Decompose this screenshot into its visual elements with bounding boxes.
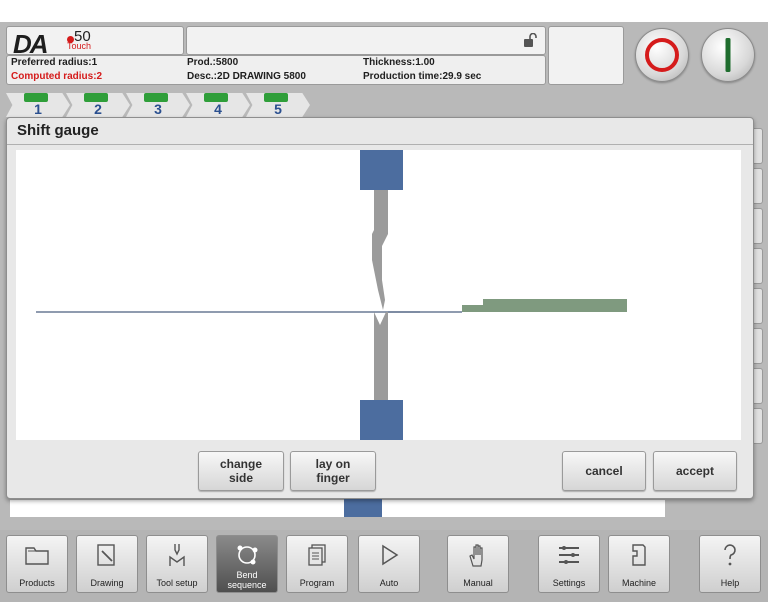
lower-tool-holder xyxy=(360,400,403,440)
die xyxy=(374,312,388,400)
help-icon xyxy=(724,544,736,566)
logo-edition: Touch xyxy=(67,41,92,51)
products-button[interactable]: Products xyxy=(6,535,68,593)
bottom-margin xyxy=(0,602,768,615)
tool-setup-icon xyxy=(169,544,185,566)
bend-sequence-icon xyxy=(237,545,258,565)
program-icon xyxy=(308,544,326,566)
settings-button[interactable]: Settings xyxy=(538,535,600,593)
app-window: DA 50 Touch Preferred radius:1 Computed … xyxy=(0,0,768,615)
upper-tool-holder xyxy=(360,150,403,190)
preferred-radius: Preferred radius:1 xyxy=(11,57,98,68)
top-margin xyxy=(0,0,768,22)
cancel-button[interactable]: cancel xyxy=(562,451,646,491)
stop-button[interactable] xyxy=(635,28,689,82)
step-number: 3 xyxy=(154,101,162,117)
program-title-bar xyxy=(186,26,546,55)
toolbar-label: Auto xyxy=(379,578,399,588)
tool-setup-button[interactable]: Tool setup xyxy=(146,535,208,593)
product-description: Desc.:2D DRAWING 5800 xyxy=(187,71,306,82)
product-info-panel: Preferred radius:1 Computed radius:2 Pro… xyxy=(6,55,546,85)
step-number: 5 xyxy=(274,101,282,117)
toolbar-label: Settings xyxy=(552,578,586,588)
punch xyxy=(372,190,388,310)
settings-icon xyxy=(559,546,579,564)
status-panel xyxy=(548,26,624,85)
lay-on-finger-button[interactable]: lay on finger xyxy=(290,451,376,491)
machine-icon xyxy=(632,544,646,566)
change-side-button[interactable]: change side xyxy=(198,451,284,491)
start-icon xyxy=(725,38,731,72)
start-button[interactable] xyxy=(701,28,755,82)
production-time: Production time:29.9 sec xyxy=(363,71,482,82)
logo: DA 50 Touch xyxy=(6,26,184,59)
toolbar-label: Bend sequence xyxy=(227,570,267,590)
toolbar-label: Machine xyxy=(621,578,657,588)
dialog-divider xyxy=(7,144,753,145)
hand-icon xyxy=(469,544,483,567)
folder-icon xyxy=(25,547,49,565)
toolbar-label: Drawing xyxy=(90,578,124,588)
drawing-button[interactable]: Drawing xyxy=(76,535,138,593)
step-number: 1 xyxy=(34,101,42,117)
play-icon xyxy=(382,544,399,566)
program-button[interactable]: Program xyxy=(286,535,348,593)
drawing-icon xyxy=(97,544,115,566)
toolbar-label: Manual xyxy=(463,578,493,588)
backgauge-finger-lower xyxy=(462,305,627,312)
auto-button[interactable]: Auto xyxy=(358,535,420,593)
help-button[interactable]: Help xyxy=(699,535,761,593)
manual-button[interactable]: Manual xyxy=(447,535,509,593)
unlocked-padlock-icon[interactable] xyxy=(523,32,537,53)
accept-button[interactable]: accept xyxy=(653,451,737,491)
background-view xyxy=(10,500,665,517)
bend-simulation-view[interactable] xyxy=(16,150,741,440)
background-tool xyxy=(344,497,382,517)
backgauge-finger-upper xyxy=(483,299,627,305)
product-id: Prod.:5800 xyxy=(187,57,239,68)
toolbar-label: Program xyxy=(299,578,335,588)
toolbar-label: Help xyxy=(720,578,740,588)
stop-icon xyxy=(645,38,679,72)
bend-drawing xyxy=(36,150,627,440)
step-number: 2 xyxy=(94,101,102,117)
computed-radius: Computed radius:2 xyxy=(11,71,103,82)
toolbar-label: Tool setup xyxy=(156,578,198,588)
bend-sequence-button[interactable]: Bend sequence xyxy=(216,535,278,593)
thickness: Thickness:1.00 xyxy=(363,57,435,68)
dialog-title: Shift gauge xyxy=(17,122,99,139)
machine-button[interactable]: Machine xyxy=(608,535,670,593)
step-number: 4 xyxy=(214,101,222,117)
toolbar-label: Products xyxy=(19,578,55,588)
shift-gauge-dialog: Shift gauge change side lay on finger ca… xyxy=(6,117,754,499)
